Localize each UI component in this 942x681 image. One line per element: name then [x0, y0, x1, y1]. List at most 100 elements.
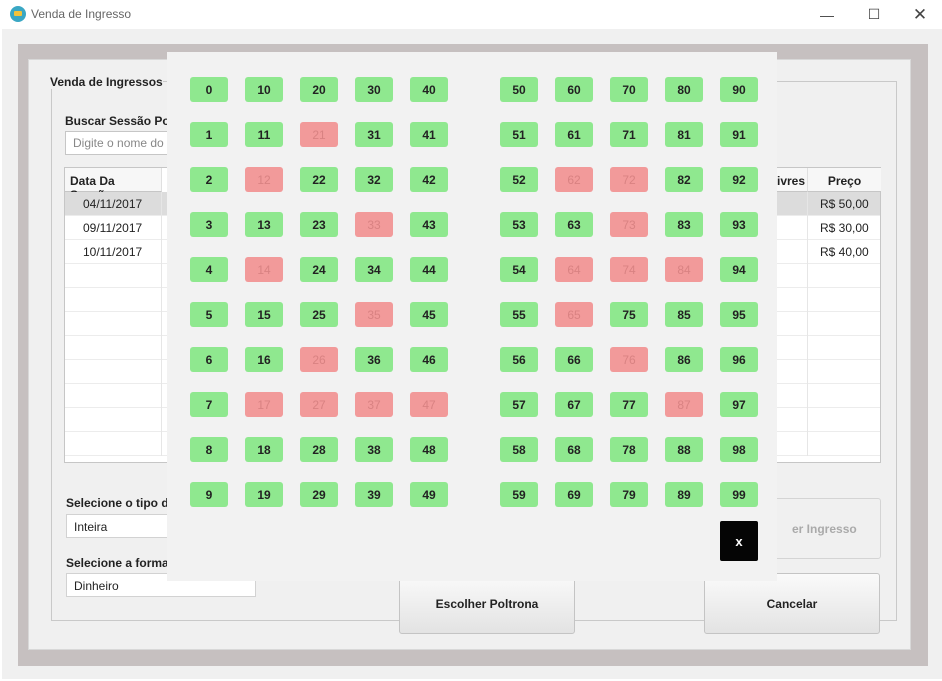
seat-available[interactable]: 93 [720, 212, 758, 237]
seat-available[interactable]: 19 [245, 482, 283, 507]
seat-available[interactable]: 36 [355, 347, 393, 372]
seat-available[interactable]: 22 [300, 167, 338, 192]
seat-available[interactable]: 11 [245, 122, 283, 147]
seat-available[interactable]: 15 [245, 302, 283, 327]
seat-available[interactable]: 68 [555, 437, 593, 462]
seat-available[interactable]: 1 [190, 122, 228, 147]
seat-available[interactable]: 83 [665, 212, 703, 237]
seat-available[interactable]: 80 [665, 77, 703, 102]
seat-available[interactable]: 41 [410, 122, 448, 147]
seat-available[interactable]: 75 [610, 302, 648, 327]
seat-available[interactable]: 60 [555, 77, 593, 102]
seat-available[interactable]: 91 [720, 122, 758, 147]
seat-available[interactable]: 20 [300, 77, 338, 102]
seat-occupied: 35 [355, 302, 393, 327]
close-window-button[interactable]: ✕ [897, 0, 942, 29]
seat-available[interactable]: 6 [190, 347, 228, 372]
seat-available[interactable]: 67 [555, 392, 593, 417]
seat-available[interactable]: 43 [410, 212, 448, 237]
seat-available[interactable]: 16 [245, 347, 283, 372]
seat-available[interactable]: 39 [355, 482, 393, 507]
seat-available[interactable]: 52 [500, 167, 538, 192]
seat-available[interactable]: 96 [720, 347, 758, 372]
cancel-button[interactable]: Cancelar [704, 573, 880, 634]
seat-available[interactable]: 85 [665, 302, 703, 327]
seat-available[interactable]: 92 [720, 167, 758, 192]
seat-available[interactable]: 46 [410, 347, 448, 372]
seat-available[interactable]: 10 [245, 77, 283, 102]
seat-available[interactable]: 82 [665, 167, 703, 192]
seat-available[interactable]: 7 [190, 392, 228, 417]
seat-available[interactable]: 48 [410, 437, 448, 462]
session-date-cell [65, 312, 162, 336]
escolher-poltrona-button[interactable]: Escolher Poltrona [399, 573, 575, 634]
seat-available[interactable]: 13 [245, 212, 283, 237]
seat-available[interactable]: 79 [610, 482, 648, 507]
seat-available[interactable]: 54 [500, 257, 538, 282]
seat-available[interactable]: 66 [555, 347, 593, 372]
seat-available[interactable]: 97 [720, 392, 758, 417]
seat-available[interactable]: 71 [610, 122, 648, 147]
seat-available[interactable]: 5 [190, 302, 228, 327]
seat-available[interactable]: 98 [720, 437, 758, 462]
maximize-button[interactable]: ☐ [851, 0, 897, 29]
seat-available[interactable]: 0 [190, 77, 228, 102]
seat-available[interactable]: 24 [300, 257, 338, 282]
seat-available[interactable]: 42 [410, 167, 448, 192]
minimize-button[interactable]: — [804, 0, 850, 29]
seat-available[interactable]: 70 [610, 77, 648, 102]
seat-available[interactable]: 44 [410, 257, 448, 282]
seat-available[interactable]: 49 [410, 482, 448, 507]
seat-available[interactable]: 51 [500, 122, 538, 147]
seat-available[interactable]: 95 [720, 302, 758, 327]
seat-available[interactable]: 89 [665, 482, 703, 507]
seat-available[interactable]: 30 [355, 77, 393, 102]
seat-occupied: 33 [355, 212, 393, 237]
column-header-livres[interactable]: ivres [777, 168, 807, 192]
seat-available[interactable]: 38 [355, 437, 393, 462]
seat-available[interactable]: 61 [555, 122, 593, 147]
column-header-price[interactable]: Preço [807, 168, 881, 192]
seat-picker-close-button[interactable]: x [720, 521, 758, 561]
seat-available[interactable]: 23 [300, 212, 338, 237]
seat-available[interactable]: 32 [355, 167, 393, 192]
seat-available[interactable]: 69 [555, 482, 593, 507]
seat-available[interactable]: 63 [555, 212, 593, 237]
seat-occupied: 72 [610, 167, 648, 192]
seat-available[interactable]: 53 [500, 212, 538, 237]
seat-occupied: 12 [245, 167, 283, 192]
seat-available[interactable]: 31 [355, 122, 393, 147]
seat-available[interactable]: 9 [190, 482, 228, 507]
seat-available[interactable]: 99 [720, 482, 758, 507]
seat-available[interactable]: 86 [665, 347, 703, 372]
seat-available[interactable]: 94 [720, 257, 758, 282]
seat-available[interactable]: 50 [500, 77, 538, 102]
seat-available[interactable]: 40 [410, 77, 448, 102]
seat-available[interactable]: 3 [190, 212, 228, 237]
seat-available[interactable]: 78 [610, 437, 648, 462]
seat-available[interactable]: 55 [500, 302, 538, 327]
seat-available[interactable]: 25 [300, 302, 338, 327]
seat-occupied: 14 [245, 257, 283, 282]
seat-available[interactable]: 57 [500, 392, 538, 417]
seat-available[interactable]: 18 [245, 437, 283, 462]
seat-available[interactable]: 58 [500, 437, 538, 462]
seat-available[interactable]: 29 [300, 482, 338, 507]
seat-occupied: 37 [355, 392, 393, 417]
session-date-cell [65, 336, 162, 360]
column-header-date[interactable]: Data Da Sessão [65, 168, 162, 202]
seat-available[interactable]: 45 [410, 302, 448, 327]
seat-available[interactable]: 34 [355, 257, 393, 282]
seat-available[interactable]: 77 [610, 392, 648, 417]
seat-available[interactable]: 4 [190, 257, 228, 282]
seat-available[interactable]: 28 [300, 437, 338, 462]
price-cell [807, 432, 880, 456]
seat-available[interactable]: 59 [500, 482, 538, 507]
seat-available[interactable]: 56 [500, 347, 538, 372]
seat-available[interactable]: 2 [190, 167, 228, 192]
seat-available[interactable]: 88 [665, 437, 703, 462]
seat-available[interactable]: 81 [665, 122, 703, 147]
payment-label: Selecione a forma [66, 556, 169, 570]
seat-available[interactable]: 90 [720, 77, 758, 102]
seat-available[interactable]: 8 [190, 437, 228, 462]
